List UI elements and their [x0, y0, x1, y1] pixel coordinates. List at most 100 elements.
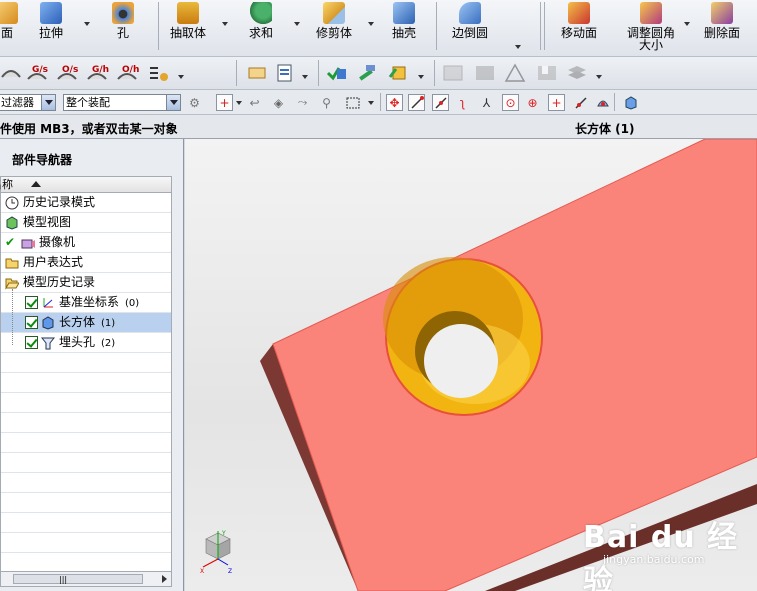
solid-tool-dropdown-icon[interactable] [418, 75, 424, 79]
hole-icon [112, 2, 134, 24]
feature-select-icon[interactable]: ⚲ [318, 94, 335, 111]
selection-filter-icon[interactable]: ⚙ [186, 94, 203, 111]
snap-intersection-icon[interactable]: ⅄ [478, 94, 495, 111]
status-bar: 件使用 MB3，或者双击某一对象 长方体 (1) [0, 115, 757, 139]
tree-item-label: 基准坐标系 [59, 295, 120, 309]
plane-icon[interactable] [474, 63, 496, 83]
grid-icon[interactable] [442, 63, 464, 83]
resize-blend-button[interactable]: 调整圆角 大小 [626, 0, 676, 52]
folder-open-icon [5, 276, 20, 290]
empty-row [1, 553, 171, 571]
tree-item-label: 长方体 [59, 315, 96, 329]
rectangle-dropdown-icon[interactable] [368, 101, 374, 105]
visibility-checkbox[interactable] [25, 296, 38, 309]
chevron-down-icon[interactable] [41, 95, 55, 110]
scroll-right-icon[interactable] [162, 575, 167, 583]
chevron-down-icon[interactable] [166, 95, 180, 110]
tree-item-cameras[interactable]: ✔ 摄像机 [1, 233, 171, 253]
toolbar-separator [540, 2, 541, 50]
rectangle-select-icon[interactable] [344, 94, 361, 111]
tree-item-block[interactable]: 长方体 (1) [1, 313, 171, 333]
blend-dropdown-icon[interactable] [515, 45, 521, 49]
snap-midpoint-icon[interactable] [432, 94, 449, 111]
visibility-checkbox[interactable] [25, 336, 38, 349]
delete-face-button[interactable]: 删除面 [702, 0, 742, 52]
surface-icon[interactable] [0, 63, 22, 83]
undo-select-icon[interactable]: ↩ [246, 94, 263, 111]
gdt-os-label: O/s [62, 65, 79, 75]
tree-item-datum-csys[interactable]: 基准坐标系 (0) [1, 293, 171, 313]
tree-item-history-mode[interactable]: 历史记录模式 [1, 193, 171, 213]
snap-quadrant-icon[interactable]: ⊕ [524, 94, 541, 111]
layers-dropdown-icon[interactable] [596, 75, 602, 79]
tree-item-model-views[interactable]: 模型视图 [1, 213, 171, 233]
cube-icon[interactable] [622, 94, 639, 111]
analysis-list-icon[interactable] [148, 63, 170, 83]
gdt-oh-icon[interactable]: O/h [116, 63, 139, 83]
sort-ascending-icon[interactable] [31, 181, 41, 187]
empty-row [1, 473, 171, 493]
selection-bar: 过滤器 整个装配 ⚙ + ↩ ◈ ⤳ ⚲ ✥ ʅ ⅄ ⊙ ⊕ + [0, 90, 757, 115]
tree-connector [12, 289, 13, 345]
tree-item-model-history[interactable]: 模型历史记录 [1, 273, 171, 293]
extract-dropdown-icon[interactable] [222, 22, 228, 26]
body-check-icon[interactable] [326, 63, 348, 83]
shell-button[interactable]: 抽壳 [389, 0, 419, 52]
extract-body-button[interactable]: 抽取体 [168, 0, 208, 52]
shell-icon [393, 2, 415, 24]
toolbar-separator [380, 93, 381, 111]
document-dropdown-icon[interactable] [302, 75, 308, 79]
filter-select[interactable]: 过滤器 [0, 94, 56, 111]
toolbar-separator [318, 60, 319, 86]
trim-dropdown-icon[interactable] [368, 22, 374, 26]
name-column-header[interactable]: 名称 [0, 176, 172, 193]
triangle-icon[interactable] [504, 63, 526, 83]
snap-arc-center-icon[interactable]: ⊙ [502, 94, 519, 111]
solid-tool-icon[interactable] [388, 63, 410, 83]
gdt-os-icon[interactable]: O/s [56, 63, 78, 83]
path-select-icon[interactable]: ⤳ [294, 94, 311, 111]
horizontal-scrollbar[interactable]: ||| [0, 571, 172, 587]
unite-button[interactable]: 求和 [246, 0, 276, 52]
select-all-dropdown-icon[interactable] [236, 101, 242, 105]
document-icon[interactable] [274, 63, 296, 83]
tree-item-label: 模型视图 [23, 215, 72, 229]
visibility-checkbox[interactable] [25, 316, 38, 329]
gdt-gh-icon[interactable]: G/h [86, 63, 109, 83]
scope-select[interactable]: 整个装配 [63, 94, 181, 111]
move-face-button[interactable]: 移动面 [558, 0, 600, 52]
snap-on-curve-icon[interactable] [572, 94, 589, 111]
face-button[interactable]: 面 [0, 0, 22, 52]
select-all-icon[interactable]: + [216, 94, 233, 111]
scope-select-value: 整个装配 [66, 96, 110, 109]
unite-dropdown-icon[interactable] [294, 22, 300, 26]
tree-item-label: 埋头孔 [59, 335, 96, 349]
note-icon[interactable] [246, 63, 268, 83]
toolbar-separator [236, 60, 237, 86]
scrollbar-thumb[interactable]: ||| [13, 574, 143, 584]
tree-item-user-expressions[interactable]: 用户表达式 [1, 253, 171, 273]
section-icon[interactable] [536, 63, 558, 83]
snap-control-point-icon[interactable]: ʅ [454, 94, 471, 111]
resize-blend-dropdown-icon[interactable] [684, 22, 690, 26]
extrude-dropdown-icon[interactable] [84, 22, 90, 26]
gdt-gs-icon[interactable]: G/s [26, 63, 48, 83]
deselect-icon[interactable]: ◈ [270, 94, 287, 111]
layers-icon[interactable] [566, 63, 588, 83]
svg-text:Z: Z [228, 568, 232, 575]
empty-row [1, 533, 171, 553]
edge-blend-button[interactable]: 边倒圆 [450, 0, 490, 52]
snap-line-icon[interactable] [408, 94, 425, 111]
graphics-viewport[interactable]: Y X Z Bai du 经验 jingyan.baidu.com [185, 139, 757, 591]
extrude-button[interactable]: 拉伸 [36, 0, 66, 52]
folder-icon [5, 256, 19, 270]
hole-button[interactable]: 孔 [108, 0, 138, 52]
trim-body-button[interactable]: 修剪体 [314, 0, 354, 52]
navigator-tree: 历史记录模式 模型视图 ✔ 摄像机 用户表达式 模型历史记录 基准坐标系 (0)… [0, 193, 172, 571]
snap-endpoint-icon[interactable]: ✥ [386, 94, 403, 111]
hammer-icon[interactable] [356, 63, 378, 83]
snap-existing-point-icon[interactable]: + [548, 94, 565, 111]
tree-item-countersink[interactable]: 埋头孔 (2) [1, 333, 171, 353]
analysis-dropdown-icon[interactable] [178, 75, 184, 79]
snap-on-surface-icon[interactable] [594, 94, 611, 111]
